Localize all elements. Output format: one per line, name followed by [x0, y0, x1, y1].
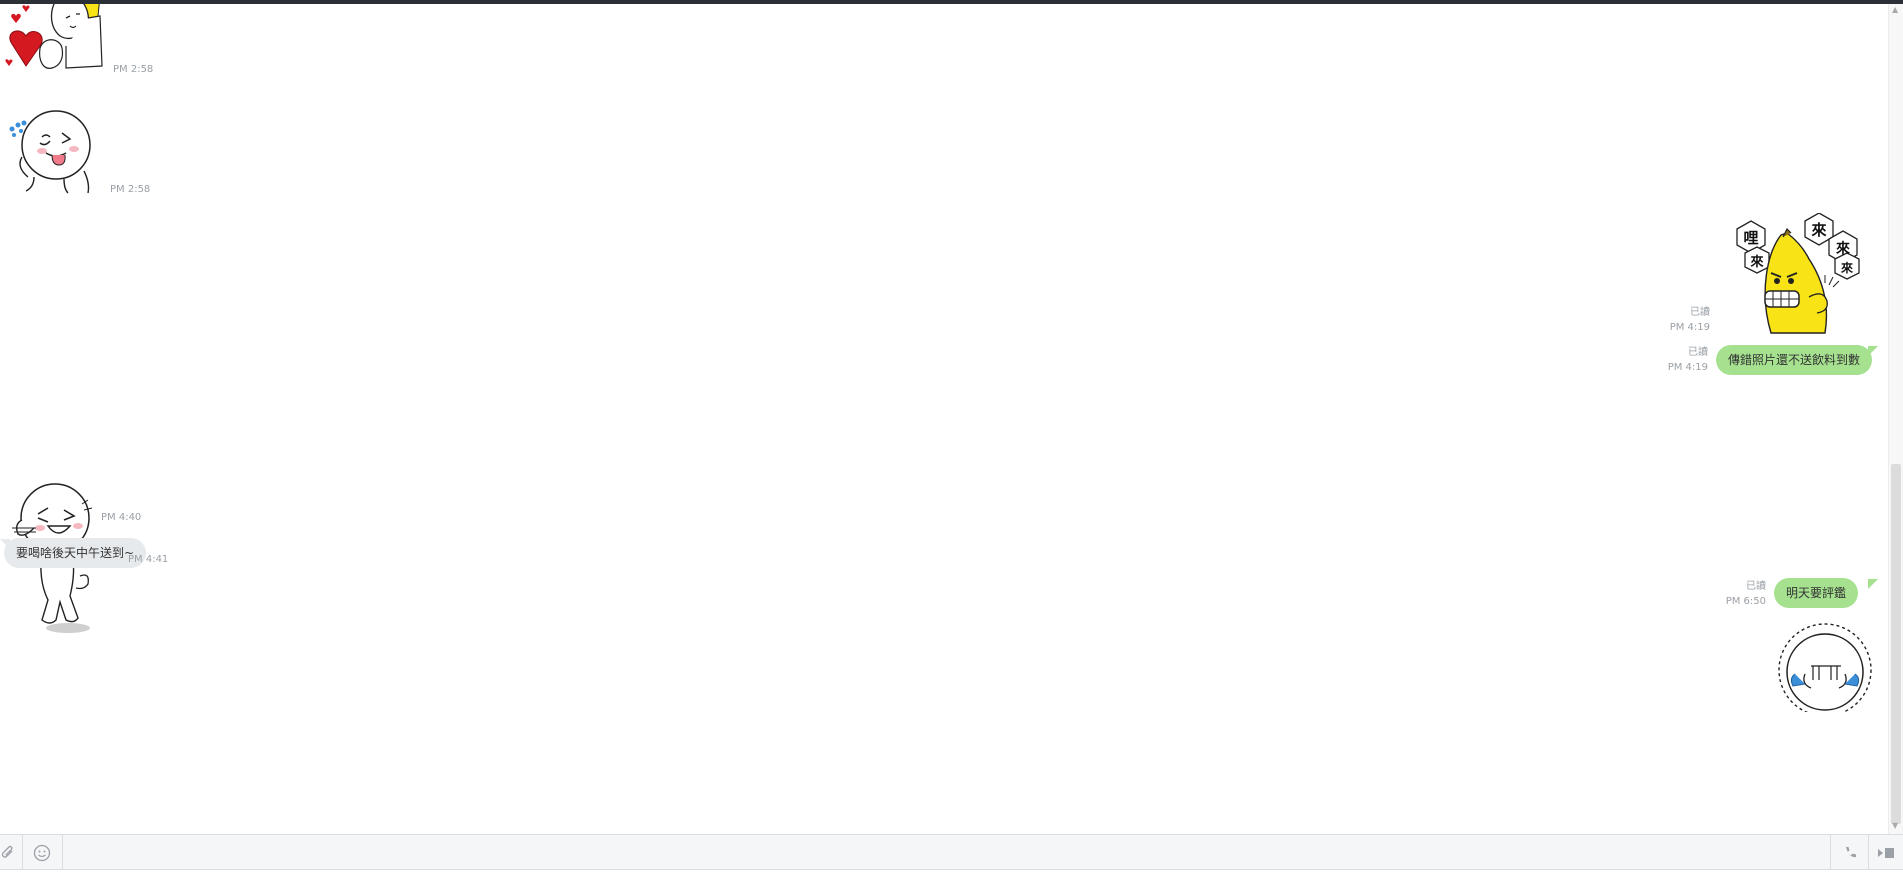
girl-hearts-sticker[interactable] [0, 4, 105, 76]
message-timestamp: PM 2:58 [113, 64, 154, 75]
bubble-tail [1868, 579, 1878, 589]
scrollbar-thumb[interactable] [1891, 464, 1901, 824]
send-icon[interactable] [1876, 843, 1896, 863]
read-receipt: 已讀 [1688, 347, 1708, 358]
message-meta: 已讀 PM 6:50 [1690, 579, 1766, 609]
message-timestamp: PM 4:19 [1669, 322, 1710, 333]
moon-crying-sticker[interactable] [1775, 622, 1875, 717]
message-timestamp: PM 4:41 [128, 554, 169, 565]
angry-banana-sticker[interactable]: 哩 來 來 來 來 [1725, 212, 1870, 338]
chat-message-list[interactable]: PM 2:58 PM 2:58 哩 來 來 來 來 已讀 PM 4:19 已讀 … [0, 4, 1888, 834]
read-receipt: 已讀 [1690, 307, 1710, 318]
message-meta: 已讀 PM 4:19 [1660, 305, 1710, 335]
toolbar-divider [1830, 835, 1831, 869]
message-meta: 已讀 PM 4:19 [1660, 345, 1708, 375]
sticker-text: 來 [1836, 240, 1850, 257]
scroll-up-arrow-icon[interactable]: ▲ [1892, 6, 1898, 14]
chat-scrollbar[interactable]: ▲ ▼ [1888, 4, 1903, 834]
sent-message-bubble[interactable]: 明天要評鑑 [1774, 578, 1859, 608]
sent-message-bubble[interactable]: 傳錯照片還不送飲料到數 [1716, 345, 1873, 375]
moon-tongue-wink-sticker[interactable] [4, 107, 104, 197]
received-message-bubble[interactable]: 要喝啥後天中午送到~ [4, 538, 147, 568]
message-timestamp: PM 2:58 [110, 184, 151, 195]
paperclip-icon[interactable] [0, 843, 18, 863]
scroll-down-arrow-icon[interactable]: ▼ [1892, 822, 1898, 830]
window-footer [0, 870, 1903, 885]
read-receipt: 已讀 [1746, 581, 1766, 592]
sticker-text: 來 [1811, 221, 1826, 239]
toolbar-divider [1868, 835, 1869, 869]
phone-icon[interactable] [1840, 843, 1860, 863]
toolbar-divider [62, 835, 63, 869]
message-timestamp: PM 4:19 [1667, 362, 1708, 373]
smiley-icon[interactable] [32, 843, 52, 863]
message-timestamp: PM 6:50 [1725, 596, 1766, 607]
toolbar-divider [22, 835, 23, 869]
message-input-bar [0, 834, 1903, 870]
message-timestamp: PM 4:40 [101, 512, 142, 523]
sticker-text: 來 [1750, 254, 1764, 270]
sticker-text: 哩 [1743, 229, 1758, 247]
bubble-tail [1868, 346, 1878, 356]
sticker-text: 來 [1841, 260, 1853, 275]
